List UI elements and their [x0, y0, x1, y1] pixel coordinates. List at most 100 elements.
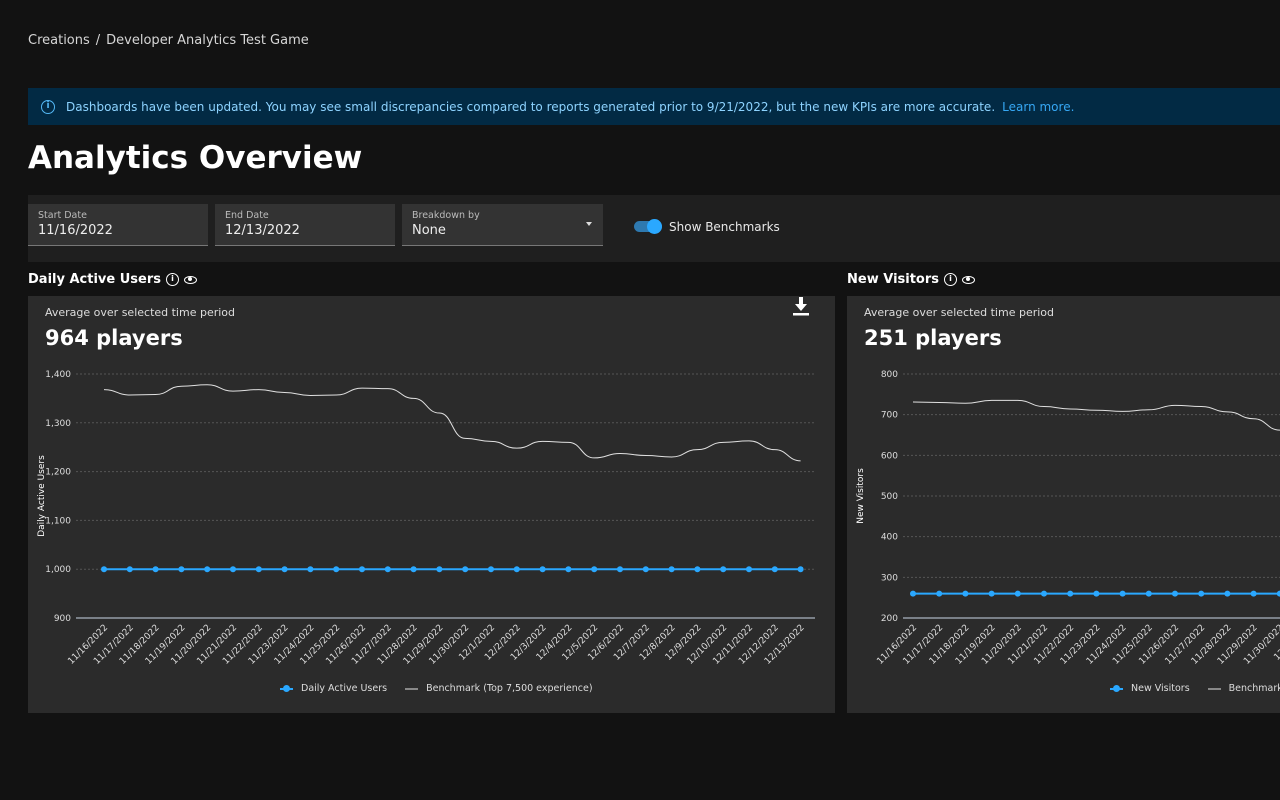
dau-subtitle: Average over selected time period [45, 306, 236, 319]
start-date-label: Start Date [38, 210, 87, 221]
filter-bar: Start Date 11/16/2022 End Date 12/13/202… [28, 195, 1280, 262]
data-point [152, 566, 159, 573]
data-point [539, 566, 546, 573]
breadcrumb-creations[interactable]: Creations [28, 33, 90, 48]
data-point [771, 566, 778, 573]
data-point [1093, 590, 1100, 597]
end-date-field[interactable]: End Date 12/13/2022 [215, 204, 395, 246]
legend-benchmark-swatch [1207, 687, 1221, 690]
info-icon[interactable]: i [944, 273, 958, 286]
y-tick-label: 300 [881, 573, 898, 583]
data-point [642, 566, 649, 573]
data-point [720, 566, 727, 573]
y-tick-label: 1,100 [45, 516, 71, 526]
breadcrumb-separator: / [95, 33, 101, 48]
data-point [436, 566, 443, 573]
dau-value: 964 players [45, 326, 183, 350]
data-point [462, 566, 469, 573]
data-point [307, 566, 314, 573]
legend-benchmark-swatch [405, 687, 419, 690]
data-point [255, 566, 262, 573]
nv-section-title: New Visitors i [847, 272, 976, 287]
dau-chart: 900 1,000 1,100 1,200 1,300 1,400 Daily Active… [37, 370, 815, 667]
data-point [591, 566, 598, 573]
start-date-value: 11/16/2022 [38, 223, 113, 238]
data-point [1119, 590, 1126, 597]
y-tick-label: 1,400 [45, 370, 71, 380]
data-point [204, 566, 211, 573]
nv-title: New Visitors [847, 272, 940, 287]
update-banner: i Dashboards have been updated. You may … [28, 88, 1280, 125]
data-point [1172, 590, 1178, 597]
nv-chart: 200300400500600700800New Visitors11/16/2… [856, 370, 1280, 667]
y-tick-label: 400 [881, 533, 898, 543]
nv-legend: New Visitors Benchmark (Top 7,500 experi… [1110, 683, 1280, 694]
dau-title: Daily Active Users [28, 272, 161, 287]
eye-icon[interactable] [184, 275, 197, 284]
breakdown-select[interactable]: Breakdown by None [402, 204, 603, 246]
show-benchmarks-toggle[interactable] [634, 219, 664, 234]
data-point [797, 566, 804, 573]
data-point [281, 566, 288, 573]
data-point [230, 566, 236, 573]
data-point [668, 566, 675, 573]
data-point [488, 566, 494, 573]
breadcrumb: Creations / Developer Analytics Test Game [28, 33, 309, 48]
data-point [1041, 590, 1047, 597]
start-date-field[interactable]: Start Date 11/16/2022 [28, 204, 208, 246]
data-point [936, 590, 943, 597]
y-tick-label: 500 [881, 492, 898, 502]
page-title: Analytics Overview [28, 140, 363, 176]
y-tick-label: 900 [54, 614, 71, 624]
legend-benchmark-label[interactable]: Benchmark (Top 7,500 experience) [426, 683, 592, 694]
learn-more-link[interactable]: Learn more. [1002, 100, 1074, 114]
data-point [910, 590, 916, 597]
y-axis-title: New Visitors [856, 468, 866, 524]
breakdown-label: Breakdown by [412, 210, 480, 221]
y-axis-title: Daily Active Users [37, 455, 47, 537]
y-tick-label: 1,000 [45, 565, 71, 575]
benchmark-line [912, 399, 1280, 431]
dau-card: 900 1,000 1,100 1,200 1,300 1,400 Daily Active… [28, 296, 835, 713]
data-point [126, 566, 133, 573]
y-tick-label: 800 [881, 370, 898, 380]
data-point [1067, 590, 1074, 597]
data-point [513, 566, 520, 573]
data-point [359, 566, 365, 573]
data-point [410, 566, 417, 573]
legend-series-label[interactable]: Daily Active Users [301, 683, 387, 694]
nv-subtitle: Average over selected time period [864, 306, 1055, 319]
end-date-value: 12/13/2022 [225, 223, 300, 238]
y-tick-label: 700 [881, 411, 898, 421]
legend-benchmark-label[interactable]: Benchmark (Top 7,500 experience) [1229, 683, 1280, 694]
y-tick-label: 600 [881, 451, 898, 461]
data-point [1198, 590, 1205, 597]
legend-series-label[interactable]: New Visitors [1131, 683, 1190, 694]
download-icon[interactable] [793, 296, 809, 316]
caret-down-icon [586, 222, 592, 226]
banner-text: Dashboards have been updated. You may se… [66, 99, 996, 114]
dau-legend: Daily Active Users Benchmark (Top 7,500 … [280, 683, 593, 694]
breadcrumb-game[interactable]: Developer Analytics Test Game [106, 33, 309, 48]
data-point [333, 566, 340, 573]
data-point [1250, 590, 1257, 597]
show-benchmarks-label: Show Benchmarks [669, 220, 780, 234]
nv-value: 251 players [864, 326, 1002, 350]
data-point [962, 590, 969, 597]
info-icon[interactable]: i [166, 273, 179, 286]
breakdown-value: None [412, 223, 446, 238]
data-point [694, 566, 701, 573]
eye-icon[interactable] [962, 275, 976, 284]
legend-series-swatch [1110, 684, 1123, 692]
data-point [1224, 590, 1231, 597]
data-point [617, 566, 623, 573]
y-tick-label: 1,200 [45, 468, 71, 478]
y-tick-label: 200 [881, 614, 898, 624]
data-point [178, 566, 185, 573]
y-tick-label: 1,300 [45, 419, 71, 429]
data-point [746, 566, 752, 573]
data-point [1014, 590, 1021, 597]
data-point [384, 566, 391, 573]
data-point [565, 566, 572, 573]
legend-series-swatch [280, 684, 293, 692]
